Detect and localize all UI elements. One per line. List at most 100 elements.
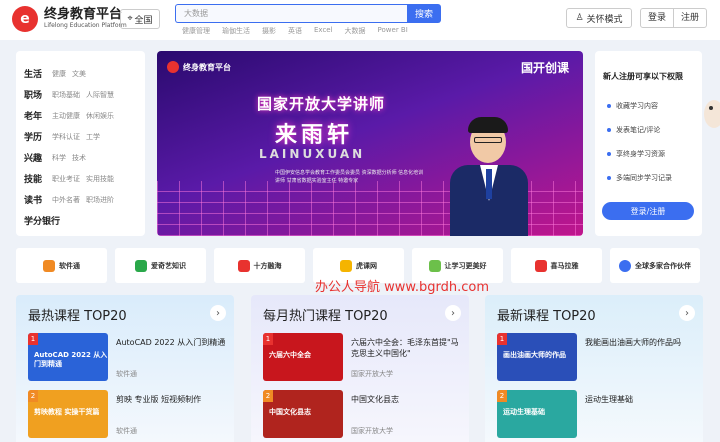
- new-courses-column: 最新课程 TOP20 › 1 画出油画大师的作品 我能画出油画大师的作品吗 2 …: [485, 295, 703, 442]
- partner-logo[interactable]: 喜马拉雅: [511, 248, 602, 283]
- course-title[interactable]: 剪映 专业版 短视频制作: [116, 394, 226, 405]
- category-sub[interactable]: 学科认证: [52, 132, 80, 142]
- search-input[interactable]: 大数据: [175, 4, 408, 23]
- watermark-text: 办公人导航 www.bgrdh.com: [315, 280, 489, 295]
- category-name[interactable]: 技能: [24, 172, 52, 185]
- course-thumbnail[interactable]: 1 画出油画大师的作品: [497, 333, 577, 381]
- course-item[interactable]: 2 运动生理基础 运动生理基础: [497, 390, 693, 442]
- partner-logo[interactable]: 全球多家合作伙伴: [610, 248, 700, 283]
- hot-word[interactable]: Excel: [314, 26, 333, 36]
- category-sub[interactable]: 中外名著: [52, 195, 80, 205]
- thumbnail-text: 剪映教程 实操干货篇: [34, 408, 100, 416]
- course-item[interactable]: 1 六届六中全会 六届六中全会：毛泽东首提"马克思主义中国化" 国家开放大学: [263, 333, 459, 385]
- category-sub[interactable]: 工学: [86, 132, 100, 142]
- search-button[interactable]: 搜索: [407, 4, 441, 23]
- hot-word[interactable]: 摄影: [262, 26, 276, 36]
- hero-banner[interactable]: 终身教育平台 国开创课 国家开放大学讲师 来雨轩 LAINUXUAN 中国伊安信…: [157, 51, 583, 236]
- category-row[interactable]: 学历 学科认证 工学: [24, 126, 145, 147]
- logo-subtitle: Lifelong Education Platform: [44, 22, 127, 29]
- course-item[interactable]: 1 画出油画大师的作品 我能画出油画大师的作品吗: [497, 333, 693, 385]
- category-name[interactable]: 生活: [24, 67, 52, 80]
- thumbnail-text: AutoCAD 2022 从入门到精通: [34, 351, 108, 368]
- category-panel: 生活 健康 文美 职场 职场基础 人际智慧 老年 主动健康 休闲娱乐 学历 学科…: [16, 51, 145, 236]
- hot-word[interactable]: 健康管理: [182, 26, 210, 36]
- chevron-right-icon[interactable]: ›: [445, 305, 461, 321]
- course-thumbnail[interactable]: 1 六届六中全会: [263, 333, 343, 381]
- benefit-item: 多端同步学习记录: [607, 173, 672, 183]
- category-sub[interactable]: 职场基础: [52, 90, 80, 100]
- course-title[interactable]: 我能画出油画大师的作品吗: [585, 337, 695, 348]
- login-button[interactable]: 登录: [641, 9, 673, 27]
- hot-word[interactable]: Power BI: [378, 26, 408, 36]
- course-item[interactable]: 2 剪映教程 实操干货篇 剪映 专业版 短视频制作 软件通: [28, 390, 224, 442]
- hot-word[interactable]: 瑜伽生活: [222, 26, 250, 36]
- site-logo[interactable]: e 终身教育平台 Lifelong Education Platform: [12, 6, 127, 32]
- category-row[interactable]: 生活 健康 文美: [24, 63, 145, 84]
- logo-icon: [167, 61, 179, 73]
- category-sub[interactable]: 人际智慧: [86, 90, 114, 100]
- banner-logo-text: 终身教育平台: [183, 62, 231, 72]
- user-icon: ♙: [575, 13, 584, 23]
- partner-icon: [340, 259, 352, 272]
- rank-badge: 2: [497, 390, 507, 402]
- category-sub[interactable]: 职业考证: [52, 174, 80, 184]
- category-name[interactable]: 读书: [24, 193, 52, 206]
- category-row[interactable]: 读书 中外名著 职场进阶: [24, 189, 145, 210]
- partner-logo[interactable]: 十方融海: [214, 248, 305, 283]
- bullet-icon: [607, 128, 611, 132]
- category-sub[interactable]: 文美: [72, 69, 86, 79]
- course-item[interactable]: 2 中国文化县志 中国文化县志 国家开放大学: [263, 390, 459, 442]
- partner-logo[interactable]: 爱奇艺知识: [115, 248, 206, 283]
- course-title[interactable]: AutoCAD 2022 从入门到精通: [116, 337, 226, 348]
- course-thumbnail[interactable]: 1 AutoCAD 2022 从入门到精通: [28, 333, 108, 381]
- category-name[interactable]: 学分银行: [24, 214, 60, 227]
- chevron-right-icon[interactable]: ›: [210, 305, 226, 321]
- course-title[interactable]: 六届六中全会：毛泽东首提"马克思主义中国化": [351, 337, 461, 359]
- category-name[interactable]: 职场: [24, 88, 52, 101]
- thumbnail-text: 中国文化县志: [269, 408, 311, 416]
- course-title[interactable]: 运动生理基础: [585, 394, 695, 405]
- course-thumbnail[interactable]: 2 运动生理基础: [497, 390, 577, 438]
- benefit-label: 发表笔记/评论: [616, 126, 661, 134]
- course-source: 国家开放大学: [351, 370, 393, 378]
- hot-word[interactable]: 大数据: [345, 26, 366, 36]
- banner-logo: 终身教育平台: [167, 61, 231, 73]
- region-selector[interactable]: ⌖ 全国: [120, 9, 160, 29]
- care-mode-button[interactable]: ♙ 关怀模式: [566, 8, 632, 28]
- category-name[interactable]: 兴趣: [24, 151, 52, 164]
- benefit-label: 多端同步学习记录: [616, 174, 672, 182]
- rank-badge: 2: [28, 390, 38, 402]
- category-sub[interactable]: 休闲娱乐: [86, 111, 114, 121]
- category-row[interactable]: 老年 主动健康 休闲娱乐: [24, 105, 145, 126]
- bullet-icon: [607, 152, 611, 156]
- category-row[interactable]: 技能 职业考证 实用技能: [24, 168, 145, 189]
- login-register-button[interactable]: 登录/注册: [602, 202, 694, 220]
- category-sub[interactable]: 主动健康: [52, 111, 80, 121]
- course-thumbnail[interactable]: 2 剪映教程 实操干货篇: [28, 390, 108, 438]
- category-name[interactable]: 老年: [24, 109, 52, 122]
- banner-lecturer-info: 中国伊安信息学会教育工作委员会委员 资深数据分析师 信息化培训讲师 甘肃省数据实…: [275, 170, 424, 184]
- category-sub[interactable]: 实用技能: [86, 174, 114, 184]
- course-thumbnail[interactable]: 2 中国文化县志: [263, 390, 343, 438]
- partner-logo[interactable]: 软件通: [16, 248, 107, 283]
- globe-icon: [619, 259, 631, 272]
- category-sub[interactable]: 技术: [72, 153, 86, 163]
- partner-name: 全球多家合作伙伴: [635, 261, 691, 270]
- course-item[interactable]: 1 AutoCAD 2022 从入门到精通 AutoCAD 2022 从入门到精…: [28, 333, 226, 385]
- register-button[interactable]: 注册: [674, 9, 706, 27]
- category-row[interactable]: 学分银行: [24, 210, 145, 231]
- category-name[interactable]: 学历: [24, 130, 52, 143]
- course-title[interactable]: 中国文化县志: [351, 394, 461, 405]
- category-row[interactable]: 职场 职场基础 人际智慧: [24, 84, 145, 105]
- course-source: 国家开放大学: [351, 427, 393, 435]
- top-header: e 终身教育平台 Lifelong Education Platform ⌖ 全…: [0, 0, 720, 40]
- rank-badge: 1: [497, 333, 507, 345]
- category-sub[interactable]: 职场进阶: [86, 195, 114, 205]
- monthly-hot-courses-column: 每月热门课程 TOP20 › 1 六届六中全会 六届六中全会：毛泽东首提"马克思…: [251, 295, 469, 442]
- category-row[interactable]: 兴趣 科学 技术: [24, 147, 145, 168]
- category-sub[interactable]: 科学: [52, 153, 66, 163]
- chevron-right-icon[interactable]: ›: [679, 305, 695, 321]
- category-sub[interactable]: 健康: [52, 69, 66, 79]
- hot-word[interactable]: 英语: [288, 26, 302, 36]
- rank-badge: 1: [263, 333, 273, 345]
